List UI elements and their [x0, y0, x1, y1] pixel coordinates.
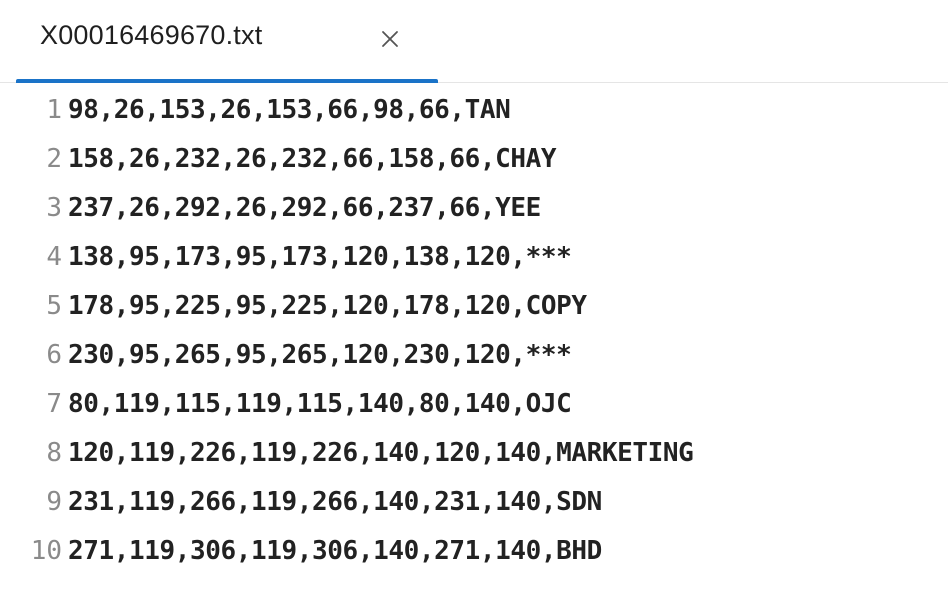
line-text[interactable]: 178,95,225,95,225,120,178,120,COPY [68, 282, 587, 331]
text-editor[interactable]: 1 98,26,153,26,153,66,98,66,TAN 2 158,26… [0, 83, 948, 591]
line-text[interactable]: 271,119,306,119,306,140,271,140,BHD [68, 527, 602, 576]
editor-line[interactable]: 2 158,26,232,26,232,66,158,66,CHAY [0, 135, 948, 184]
tab-title[interactable]: X00016469670.txt [40, 20, 262, 51]
editor-line[interactable]: 9 231,119,266,119,266,140,231,140,SDN [0, 478, 948, 527]
line-number: 7 [46, 389, 62, 419]
editor-line[interactable]: 5 178,95,225,95,225,120,178,120,COPY [0, 282, 948, 331]
line-number: 6 [46, 340, 62, 370]
line-text[interactable]: 237,26,292,26,292,66,237,66,YEE [68, 184, 541, 233]
editor-line[interactable]: 3 237,26,292,26,292,66,237,66,YEE [0, 184, 948, 233]
editor-line[interactable]: 1 98,26,153,26,153,66,98,66,TAN [0, 86, 948, 135]
line-number: 9 [46, 487, 62, 517]
line-text[interactable]: 158,26,232,26,232,66,158,66,CHAY [68, 135, 557, 184]
editor-line[interactable]: 4 138,95,173,95,173,120,138,120,*** [0, 233, 948, 282]
line-number: 2 [46, 144, 62, 174]
editor-line[interactable]: 7 80,119,115,119,115,140,80,140,OJC [0, 380, 948, 429]
line-text[interactable]: 231,119,266,119,266,140,231,140,SDN [68, 478, 602, 527]
line-number: 10 [30, 536, 62, 566]
tab-file[interactable]: X00016469670.txt [16, 0, 438, 83]
editor-line[interactable]: 8 120,119,226,119,226,140,120,140,MARKET… [0, 429, 948, 478]
line-number: 3 [46, 193, 62, 223]
line-text[interactable]: 120,119,226,119,226,140,120,140,MARKETIN… [68, 429, 694, 478]
line-text[interactable]: 138,95,173,95,173,120,138,120,*** [68, 233, 572, 282]
line-number: 8 [46, 438, 62, 468]
editor-line[interactable]: 10 271,119,306,119,306,140,271,140,BHD [0, 527, 948, 576]
tab-bar: X00016469670.txt [0, 0, 948, 83]
line-number: 5 [46, 291, 62, 321]
line-text[interactable]: 230,95,265,95,265,120,230,120,*** [68, 331, 572, 380]
editor-line[interactable]: 6 230,95,265,95,265,120,230,120,*** [0, 331, 948, 380]
close-icon[interactable] [378, 27, 402, 51]
line-text[interactable]: 98,26,153,26,153,66,98,66,TAN [68, 86, 511, 135]
line-number: 1 [46, 95, 62, 125]
line-number: 4 [46, 242, 62, 272]
line-text[interactable]: 80,119,115,119,115,140,80,140,OJC [68, 380, 572, 429]
